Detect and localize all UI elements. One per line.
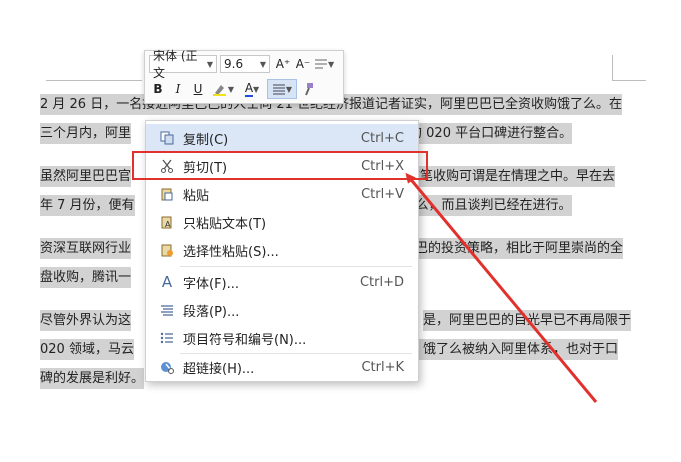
annotation-arrow-icon: [405, 172, 598, 403]
